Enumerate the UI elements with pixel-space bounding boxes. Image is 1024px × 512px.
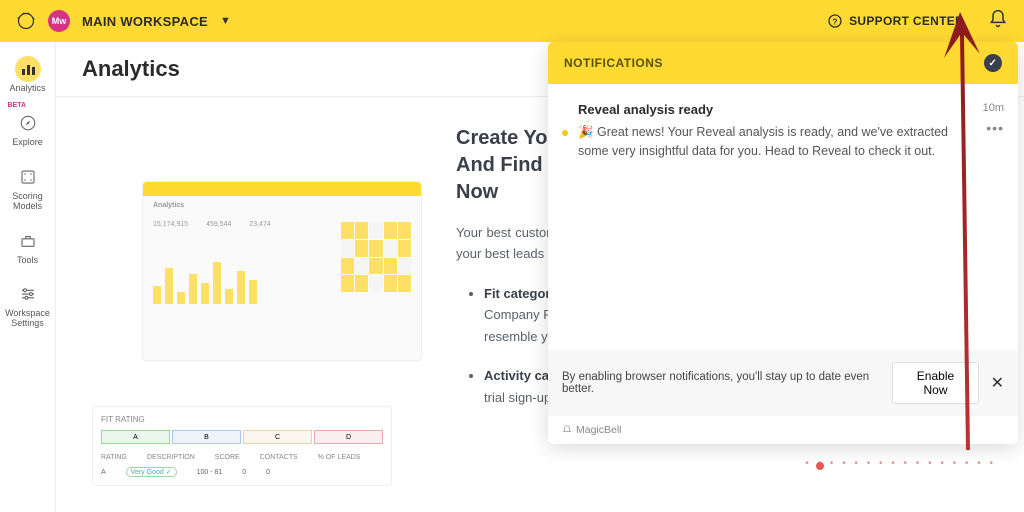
hero-illustration: Analytics 15,174,915459,54423,474 FIT RA…	[82, 125, 432, 426]
mock-fit-card: FIT RATING ABCD RATINGDESCRIPTIONSCORECO…	[92, 406, 392, 486]
notification-title: Reveal analysis ready	[578, 102, 973, 117]
topbar-left: Mw MAIN WORKSPACE ▼	[16, 10, 231, 32]
compass-icon	[15, 110, 41, 136]
decorative-red-dot	[816, 462, 824, 470]
sidebar-item-settings[interactable]: Workspace Settings	[0, 275, 56, 335]
analytics-icon	[15, 56, 41, 82]
sidebar-item-tools[interactable]: Tools	[0, 222, 56, 272]
beta-badge: BETA	[8, 102, 27, 109]
sidebar-item-label: Tools	[17, 256, 38, 266]
sidebar-item-scoring[interactable]: Scoring Models	[0, 158, 56, 218]
sliders-icon	[15, 281, 41, 307]
help-icon: ?	[827, 13, 843, 29]
mock-analytics-window: Analytics 15,174,915459,54423,474	[142, 181, 422, 361]
magicbell-icon	[562, 425, 572, 435]
sidebar-item-label: Explore	[12, 138, 43, 148]
workspace-name[interactable]: MAIN WORKSPACE	[82, 14, 208, 29]
enable-text: By enabling browser notifications, you'l…	[562, 371, 880, 395]
notification-text: 🎉 Great news! Your Reveal analysis is re…	[578, 123, 973, 162]
workspace-badge: Mw	[48, 10, 70, 32]
unread-dot-icon	[562, 130, 568, 136]
annotation-arrow-icon	[936, 10, 996, 460]
notifications-title: NOTIFICATIONS	[564, 56, 663, 70]
sidebar-item-label: Workspace Settings	[0, 309, 56, 329]
sidebar: Analytics BETA Explore Scoring Models To…	[0, 42, 56, 512]
toolbox-icon	[15, 228, 41, 254]
sidebar-item-explore[interactable]: BETA Explore	[0, 104, 56, 154]
topbar: Mw MAIN WORKSPACE ▼ ? SUPPORT CENTER	[0, 0, 1024, 42]
notification-body: Reveal analysis ready 🎉 Great news! Your…	[578, 102, 973, 162]
sidebar-item-label: Analytics	[9, 84, 45, 94]
chevron-down-icon[interactable]: ▼	[220, 15, 231, 27]
svg-text:?: ?	[832, 16, 838, 26]
sidebar-item-analytics[interactable]: Analytics	[0, 50, 56, 100]
target-icon	[15, 164, 41, 190]
sidebar-item-label: Scoring Models	[0, 192, 56, 212]
app-logo-icon	[16, 11, 36, 31]
